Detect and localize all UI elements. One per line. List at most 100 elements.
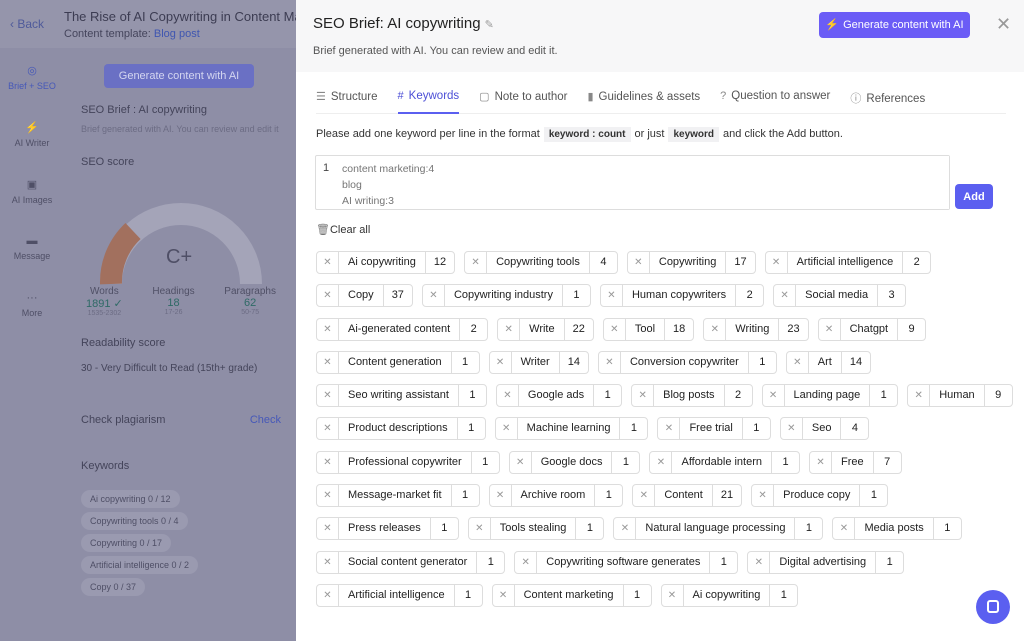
keyword-count[interactable]: 2 (735, 285, 763, 307)
remove-keyword-icon[interactable]: ✕ (766, 252, 788, 273)
nav-item-more[interactable]: ··· More (0, 288, 64, 345)
keyword-count[interactable]: 1 (575, 518, 603, 540)
keyword-count[interactable]: 1 (611, 451, 639, 473)
keyword-count[interactable]: 1 (453, 584, 482, 606)
remove-keyword-icon[interactable]: ✕ (498, 318, 521, 340)
generate-content-button[interactable]: ⚡ Generate content with AI (819, 12, 970, 38)
keyword-count[interactable]: 7 (872, 451, 901, 473)
keyword-count[interactable]: 2 (459, 318, 487, 340)
keyword-count[interactable]: 37 (382, 285, 412, 307)
left-generate-button[interactable]: Generate content with AI (104, 64, 254, 88)
nav-item-ai-images[interactable]: ▣ AI Images (0, 174, 64, 231)
remove-keyword-icon[interactable]: ✕ (704, 318, 727, 340)
remove-keyword-icon[interactable]: ✕ (752, 485, 775, 507)
keyword-count[interactable]: 1 (875, 551, 903, 573)
keyword-count[interactable]: 2 (902, 252, 930, 273)
remove-keyword-icon[interactable]: ✕ (317, 385, 339, 407)
keyword-count[interactable]: 9 (983, 385, 1012, 407)
remove-keyword-icon[interactable]: ✕ (628, 252, 650, 273)
template-link[interactable]: Blog post (154, 28, 200, 40)
remove-keyword-icon[interactable]: ✕ (317, 485, 339, 507)
keyword-count[interactable]: 23 (778, 318, 807, 340)
keyword-count[interactable]: 1 (932, 518, 961, 540)
remove-keyword-icon[interactable]: ✕ (317, 584, 339, 606)
keyword-count[interactable]: 1 (593, 385, 621, 407)
nav-item-ai-writer[interactable]: ⚡ AI Writer (0, 117, 64, 174)
remove-keyword-icon[interactable]: ✕ (510, 451, 532, 473)
keyword-count[interactable]: 1 (450, 351, 479, 373)
remove-keyword-icon[interactable]: ✕ (515, 551, 538, 573)
remove-keyword-icon[interactable]: ✕ (317, 285, 339, 307)
remove-keyword-icon[interactable]: ✕ (493, 584, 515, 606)
keyword-count[interactable]: 1 (709, 551, 737, 573)
remove-keyword-icon[interactable]: ✕ (423, 285, 445, 307)
keyword-count[interactable]: 1 (769, 584, 797, 606)
keyword-count[interactable]: 1 (476, 551, 504, 573)
remove-keyword-icon[interactable]: ✕ (908, 385, 931, 407)
remove-keyword-icon[interactable]: ✕ (317, 418, 339, 440)
remove-keyword-icon[interactable]: ✕ (599, 351, 621, 373)
tab-note-to-author[interactable]: ▢ Note to author (479, 84, 567, 114)
remove-keyword-icon[interactable]: ✕ (633, 485, 656, 507)
keyword-count[interactable]: 4 (588, 252, 617, 273)
remove-keyword-icon[interactable]: ✕ (317, 351, 339, 373)
keyword-count[interactable]: 1 (859, 485, 887, 507)
nav-item-message[interactable]: ▬ Message (0, 231, 64, 288)
clear-all-button[interactable]: 🗑Clear all (316, 223, 370, 236)
keyword-count[interactable]: 14 (558, 351, 588, 373)
keyword-count[interactable]: 1 (561, 285, 590, 307)
remove-keyword-icon[interactable]: ✕ (833, 518, 856, 540)
remove-keyword-icon[interactable]: ✕ (763, 385, 785, 407)
remove-keyword-icon[interactable]: ✕ (465, 252, 488, 273)
keyword-count[interactable]: 9 (897, 318, 925, 340)
remove-keyword-icon[interactable]: ✕ (317, 518, 339, 540)
check-button[interactable]: Check (250, 414, 281, 426)
remove-keyword-icon[interactable]: ✕ (497, 385, 519, 407)
keyword-count[interactable]: 1 (450, 485, 479, 507)
back-button[interactable]: ‹ Back (10, 17, 44, 31)
remove-keyword-icon[interactable]: ✕ (748, 551, 771, 573)
keyword-count[interactable]: 1 (869, 385, 897, 407)
keyword-count[interactable]: 22 (563, 318, 593, 340)
remove-keyword-icon[interactable]: ✕ (650, 451, 673, 473)
remove-keyword-icon[interactable]: ✕ (490, 485, 512, 507)
remove-keyword-icon[interactable]: ✕ (317, 318, 339, 340)
keyword-count[interactable]: 1 (594, 485, 622, 507)
remove-keyword-icon[interactable]: ✕ (781, 418, 803, 440)
close-icon[interactable]: ✕ (996, 14, 1011, 35)
edit-icon[interactable]: ✎ (485, 19, 494, 31)
keyword-count[interactable]: 1 (771, 451, 799, 473)
keyword-count[interactable]: 3 (877, 285, 905, 307)
remove-keyword-icon[interactable]: ✕ (604, 318, 626, 340)
keyword-count[interactable]: 1 (794, 518, 822, 540)
remove-keyword-icon[interactable]: ✕ (614, 518, 637, 540)
remove-keyword-icon[interactable]: ✕ (774, 285, 797, 307)
keyword-count[interactable]: 1 (456, 418, 485, 440)
background-editor-dimmed[interactable]: ‹ Back The Rise of AI Copywriting in Con… (0, 0, 296, 641)
keyword-count[interactable]: 17 (725, 252, 754, 273)
keyword-count[interactable]: 14 (840, 351, 870, 373)
remove-keyword-icon[interactable]: ✕ (658, 418, 681, 440)
remove-keyword-icon[interactable]: ✕ (496, 418, 518, 440)
keyword-count[interactable]: 21 (711, 485, 741, 507)
remove-keyword-icon[interactable]: ✕ (819, 318, 841, 340)
nav-item-brief-seo[interactable]: ◎ Brief + SEO (0, 60, 64, 117)
keyword-input[interactable] (336, 156, 949, 209)
remove-keyword-icon[interactable]: ✕ (632, 385, 655, 407)
tab-structure[interactable]: ☰ Structure (316, 84, 378, 114)
add-button[interactable]: Add (955, 184, 993, 209)
keyword-count[interactable]: 12 (424, 252, 454, 273)
keyword-count[interactable]: 1 (619, 418, 647, 440)
tab-keywords[interactable]: # Keywords (397, 84, 460, 114)
keyword-count[interactable]: 18 (664, 318, 693, 340)
remove-keyword-icon[interactable]: ✕ (490, 351, 512, 373)
keyword-count[interactable]: 2 (723, 385, 752, 407)
remove-keyword-icon[interactable]: ✕ (810, 451, 833, 473)
keyword-count[interactable]: 1 (429, 518, 458, 540)
tab-guidelines-assets[interactable]: ▮ Guidelines & assets (587, 84, 700, 114)
remove-keyword-icon[interactable]: ✕ (469, 518, 491, 540)
keyword-count[interactable]: 1 (741, 418, 770, 440)
chat-launcher-button[interactable] (976, 590, 1010, 624)
tab-references[interactable]: ⓘ References (850, 84, 925, 114)
keyword-count[interactable]: 1 (457, 385, 486, 407)
